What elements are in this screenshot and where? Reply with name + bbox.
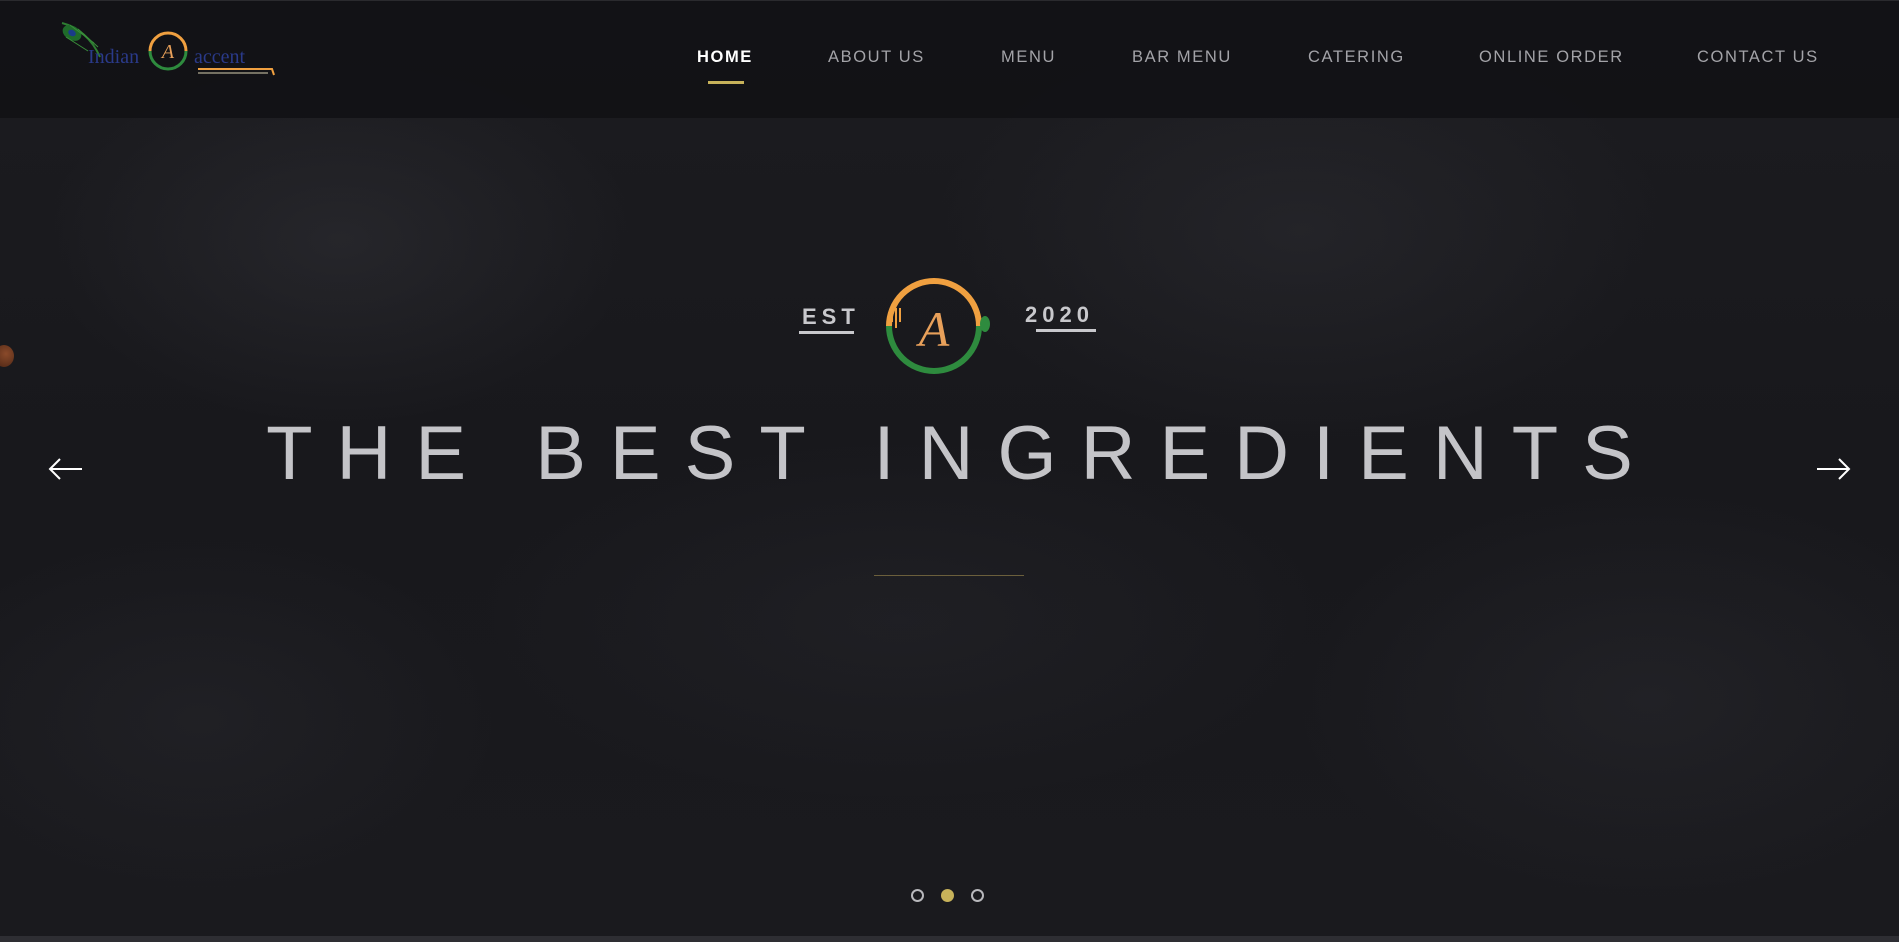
nav-catering[interactable]: CATERING [1308, 48, 1405, 67]
arrow-right-icon [1817, 458, 1851, 480]
slider-dot-3[interactable] [971, 889, 984, 902]
bottom-border [0, 936, 1899, 942]
slider-pagination [908, 889, 998, 903]
arrow-left-icon [48, 458, 82, 480]
svg-text:A: A [916, 301, 950, 357]
slider-next-button[interactable] [1813, 454, 1853, 484]
main-nav: HOME ABOUT US MENU BAR MENU CATERING ONL… [0, 1, 1899, 119]
slider-dot-2[interactable] [941, 889, 954, 902]
nav-home[interactable]: HOME [697, 48, 753, 67]
slider-prev-button[interactable] [46, 454, 86, 484]
nav-about-us[interactable]: ABOUT US [828, 48, 925, 67]
est-year: 2020 [1025, 302, 1094, 327]
hero-title: THE BEST INGREDIENTS [266, 411, 1657, 496]
site-header: Indian A accent HOME ABOUT US MENU BAR M… [0, 0, 1899, 118]
nav-menu[interactable]: MENU [1001, 48, 1056, 67]
nav-contact-us[interactable]: CONTACT US [1697, 48, 1819, 67]
slider-dot-1[interactable] [911, 889, 924, 902]
nav-bar-menu[interactable]: BAR MENU [1132, 48, 1232, 67]
nav-online-order[interactable]: ONLINE ORDER [1479, 48, 1624, 67]
nav-active-indicator [708, 81, 744, 84]
year-underline [1036, 329, 1096, 332]
hero-divider [874, 575, 1024, 576]
